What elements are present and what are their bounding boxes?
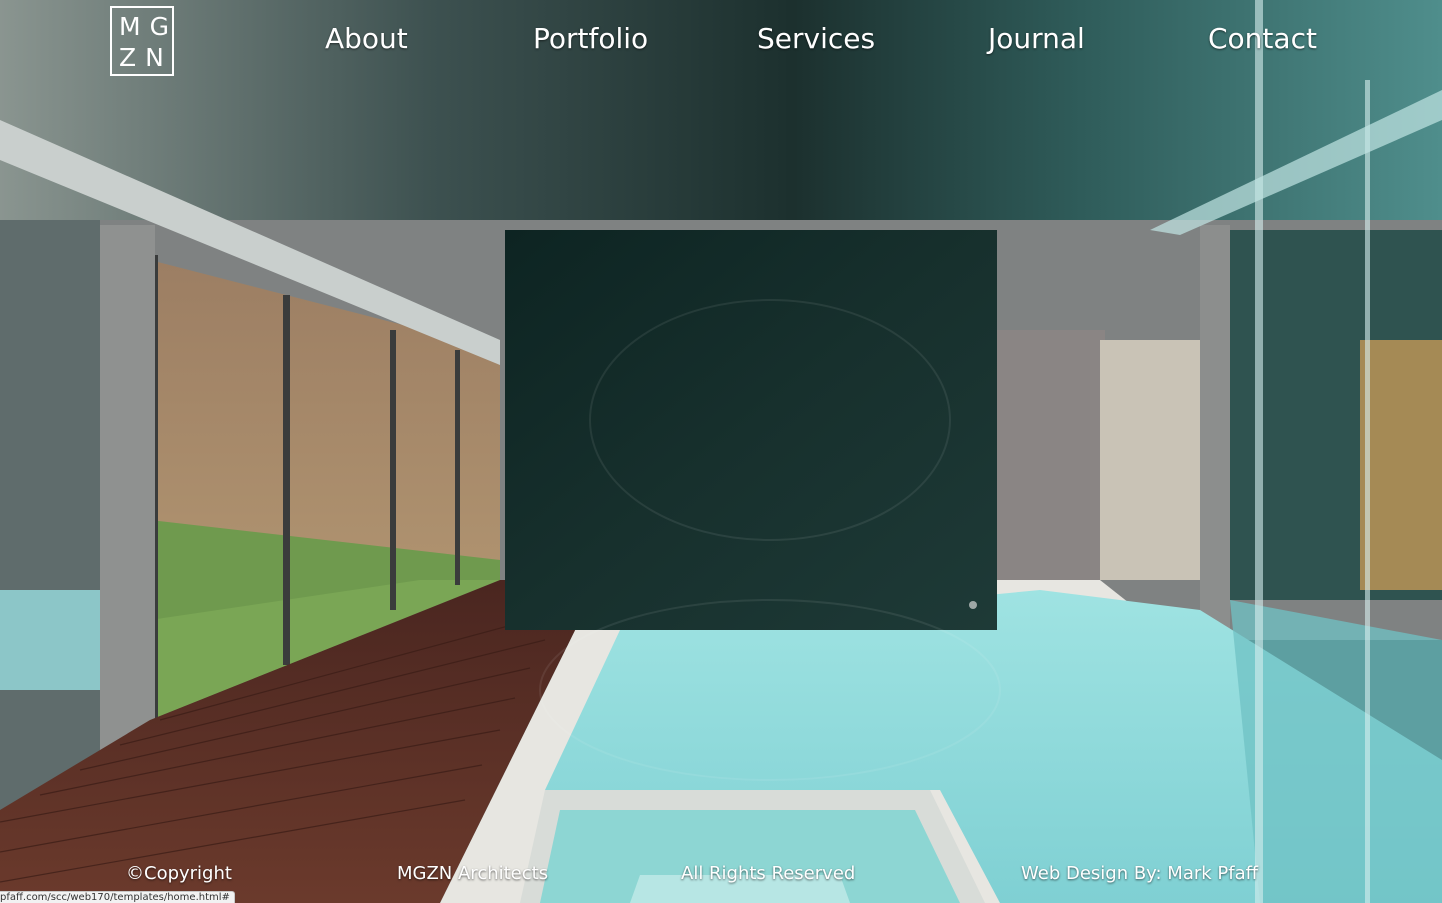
nav-link-contact[interactable]: Contact [1208,22,1317,56]
logo-line-1: MG [119,12,178,41]
nav-link-journal[interactable]: Journal [988,22,1085,56]
nav-link-services[interactable]: Services [757,22,875,56]
footer-rights: All Rights Reserved [681,863,856,884]
logo-line-2: ZN [119,43,173,72]
page: MG ZN About Portfolio Services Journal C… [0,0,1442,903]
nav-link-about[interactable]: About [325,22,408,56]
hero-background-image [0,0,1442,903]
nav-link-portfolio[interactable]: Portfolio [533,22,648,56]
footer-company-name: MGZN Architects [397,863,549,884]
footer-designer-credit: Web Design By: Mark Pfaff [1021,863,1259,884]
footer-copyright: ©Copyright [126,863,232,884]
site-logo[interactable]: MG ZN [110,6,174,76]
browser-status-url: pfaff.com/scc/web170/templates/home.html… [0,891,235,903]
